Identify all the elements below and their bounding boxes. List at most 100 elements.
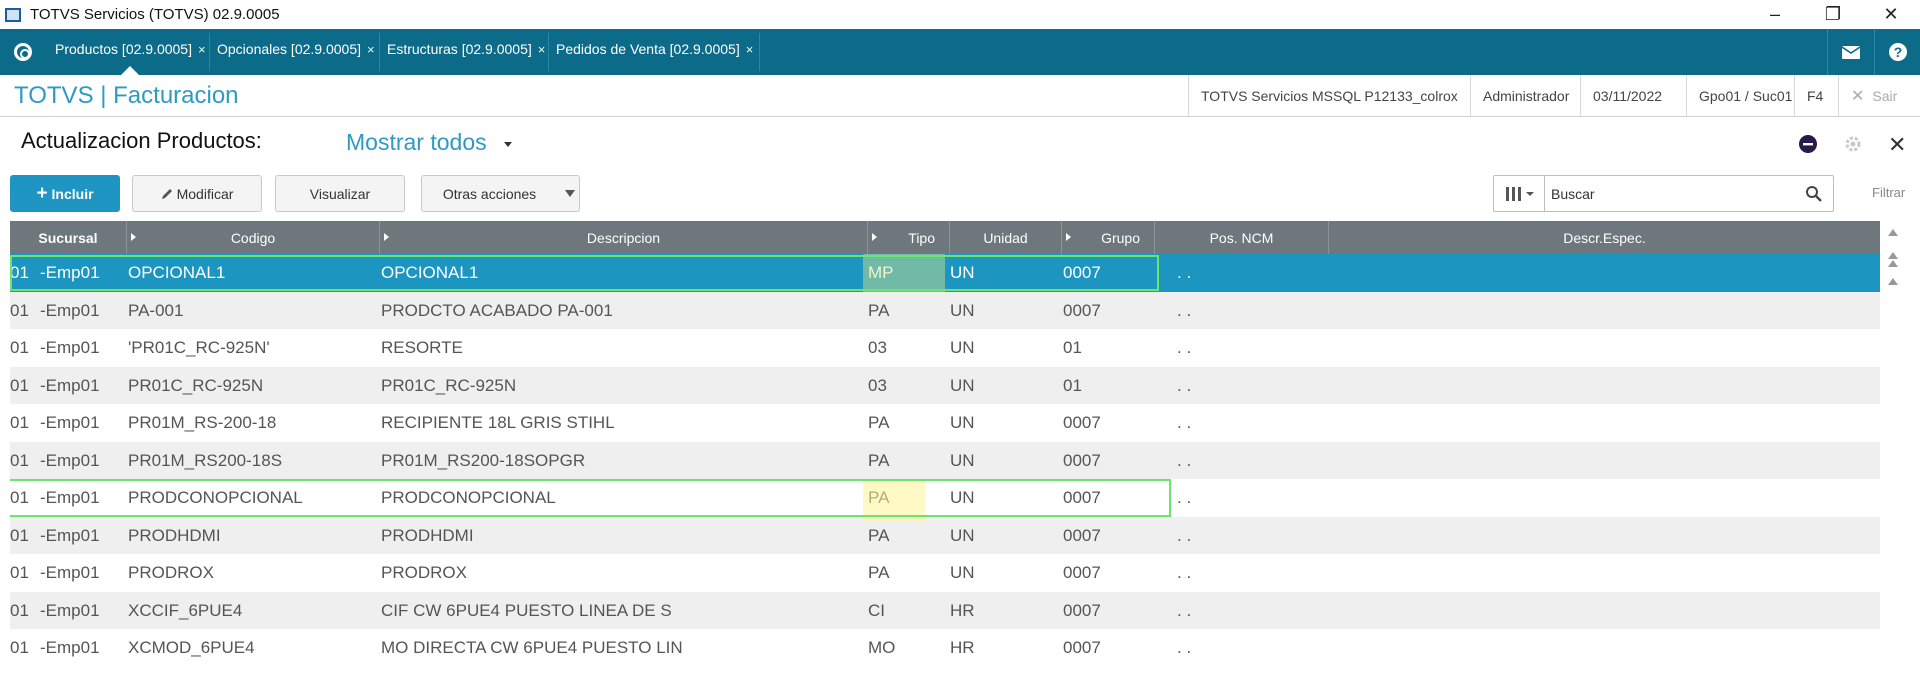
incluir-button[interactable]: + Incluir	[10, 175, 120, 212]
cell-unidad: UN	[950, 300, 975, 320]
cell-descripcion: PR01M_RS200-18SOPGR	[381, 450, 586, 470]
close-tab-icon[interactable]: ×	[367, 42, 375, 57]
chevron-down-icon[interactable]	[504, 142, 512, 147]
tab-label: Pedidos de Venta [02.9.0005]	[556, 41, 740, 57]
cell-empresa: -Emp01	[40, 300, 100, 320]
cell-pos-ncm: . .	[1177, 300, 1192, 320]
cell-unidad: UN	[950, 338, 975, 357]
plus-icon: +	[36, 182, 48, 204]
close-icon[interactable]: ✕	[1888, 132, 1906, 158]
column-header-descr-espec[interactable]: Descr.Espec.	[1329, 221, 1880, 254]
tab-estructuras[interactable]: Estructuras [02.9.0005] ×	[387, 38, 545, 60]
home-button[interactable]	[0, 29, 46, 75]
minimize-icon[interactable]: –	[1746, 0, 1804, 29]
cell-grupo: 0007	[1063, 600, 1101, 620]
tab-divider	[548, 33, 549, 71]
restore-icon[interactable]: ❐	[1804, 0, 1862, 29]
cell-sucursal: 01	[10, 563, 29, 582]
search-input[interactable]	[1549, 181, 1793, 207]
search-icon[interactable]	[1805, 185, 1823, 203]
f4-shortcut[interactable]: F4	[1794, 75, 1835, 117]
table-row[interactable]: 01 -Emp01 XCMOD_6PUE4 MO DIRECTA CW 6PUE4 P…	[10, 629, 1880, 667]
exit-icon: ✕	[1851, 88, 1865, 105]
cell-pos-ncm: . .	[1177, 263, 1192, 282]
modificar-label: Modificar	[176, 185, 234, 202]
table-row[interactable]: 01 -Emp01 PRODHDMI PRODHDMI PA UN 0007 . .	[10, 516, 1880, 554]
view-selector[interactable]: Mostrar todos	[346, 129, 487, 156]
settings-icon[interactable]	[1843, 134, 1863, 159]
table-row[interactable]: 01 -Emp01 PRODCONOPCIONAL PRODCONOPCIONAL PA…	[10, 479, 1880, 517]
cell-grupo: 01	[1063, 338, 1082, 357]
cell-pos-ncm: . .	[1177, 525, 1192, 545]
exit-button[interactable]: ✕ Sair	[1838, 75, 1920, 117]
cell-codigo: XCMOD_6PUE4	[128, 638, 255, 657]
column-header-grupo[interactable]: Grupo	[1062, 221, 1155, 254]
mail-icon[interactable]	[1827, 29, 1874, 75]
table-row[interactable]: 01 -Emp01 PR01M_RS200-18S PR01M_RS200-18SOP…	[10, 441, 1880, 479]
visualizar-button[interactable]: Visualizar	[275, 175, 405, 212]
scroll-top-icon[interactable]	[1888, 229, 1898, 236]
cell-pos-ncm: . .	[1177, 600, 1192, 620]
otras-acciones-button[interactable]: Otras acciones	[421, 175, 580, 212]
table-row[interactable]: 01 -Emp01 PA-001 PRODCTO ACABADO PA-001 PA UN…	[10, 291, 1880, 329]
column-header-codigo[interactable]: Codigo	[127, 221, 380, 254]
table-row[interactable]: 01 -Emp01 PR01M_RS-200-18 RECIPIENTE 18L GR…	[10, 404, 1880, 442]
column-selector[interactable]	[1494, 176, 1545, 211]
page-title: Actualizacion Productos:	[21, 128, 262, 153]
cell-empresa: -Emp01	[40, 563, 100, 582]
exit-label: Sair	[1872, 88, 1898, 104]
cell-grupo: 0007	[1063, 563, 1101, 582]
table-row[interactable]: 01 -Emp01 'PR01C_RC-925N' RESORTE 03 UN 01 . .	[10, 329, 1880, 367]
column-header-sucursal[interactable]: Sucursal	[10, 221, 127, 254]
cell-descripcion: PRODCTO ACABADO PA-001	[381, 300, 613, 320]
vertical-scrollbar[interactable]	[1880, 221, 1906, 675]
scroll-page-up-icon[interactable]	[1888, 260, 1898, 267]
tab-opcionales[interactable]: Opcionales [02.9.0005] ×	[217, 38, 375, 60]
column-header-tipo[interactable]: Tipo	[868, 221, 950, 254]
close-window-icon[interactable]: ✕	[1862, 0, 1920, 29]
cell-empresa: -Emp01	[40, 450, 100, 470]
cell-unidad: UN	[950, 375, 975, 395]
cell-pos-ncm: . .	[1177, 563, 1192, 582]
cell-tipo: PA	[868, 525, 890, 545]
cell-empresa: -Emp01	[40, 638, 100, 657]
column-header-descripcion[interactable]: Descripcion	[380, 221, 868, 254]
scroll-page-up-icon[interactable]	[1888, 252, 1898, 259]
table-row[interactable]: 01 -Emp01 XCCIF_6PUE4 CIF CW 6PUE4 PUESTO L…	[10, 591, 1880, 629]
tab-productos[interactable]: Productos [02.9.0005] ×	[55, 38, 206, 60]
filter-link[interactable]: Filtrar	[1872, 185, 1905, 200]
table-row[interactable]: 01 -Emp01 OPCIONAL1 OPCIONAL1 MP UN 0007 . .	[10, 254, 1880, 292]
cell-empresa: -Emp01	[40, 263, 100, 282]
cell-sucursal: 01	[10, 600, 29, 620]
column-header-pos-ncm[interactable]: Pos. NCM	[1155, 221, 1329, 254]
cell-unidad: UN	[950, 450, 975, 470]
cell-codigo: OPCIONAL1	[128, 263, 226, 282]
close-tab-icon[interactable]: ×	[538, 42, 546, 57]
cell-grupo: 0007	[1063, 413, 1101, 432]
cell-codigo: PA-001	[128, 300, 184, 320]
table-row[interactable]: 01 -Emp01 PRODROX PRODROX PA UN 0007 . .	[10, 554, 1880, 592]
cell-codigo: PR01M_RS-200-18	[128, 413, 277, 432]
expand-icon	[131, 233, 136, 241]
cell-unidad: HR	[950, 638, 975, 657]
cell-tipo: 03	[868, 375, 887, 395]
tab-pedidos-de-venta[interactable]: Pedidos de Venta [02.9.0005] ×	[556, 38, 753, 60]
cell-codigo: XCCIF_6PUE4	[128, 600, 243, 620]
date-info: 03/11/2022	[1580, 75, 1674, 117]
column-header-unidad[interactable]: Unidad	[950, 221, 1062, 254]
close-tab-icon[interactable]: ×	[746, 42, 754, 57]
window-controls: – ❐ ✕	[1746, 0, 1920, 29]
record-icon[interactable]	[1798, 134, 1818, 159]
scroll-up-icon[interactable]	[1888, 278, 1898, 285]
close-tab-icon[interactable]: ×	[198, 42, 206, 57]
expand-icon	[872, 233, 877, 241]
table-row[interactable]: 01 -Emp01 PR01C_RC-925N PR01C_RC-925N 03 UN 01…	[10, 366, 1880, 404]
modificar-button[interactable]: Modificar	[132, 175, 262, 212]
cell-descripcion: RESORTE	[381, 338, 463, 357]
cell-codigo: PRODHDMI	[128, 525, 221, 545]
cell-sucursal: 01	[10, 488, 29, 507]
tab-divider	[759, 33, 760, 71]
cell-grupo: 0007	[1063, 638, 1101, 657]
cell-sucursal: 01	[10, 525, 29, 545]
help-icon[interactable]: ?	[1874, 29, 1920, 75]
